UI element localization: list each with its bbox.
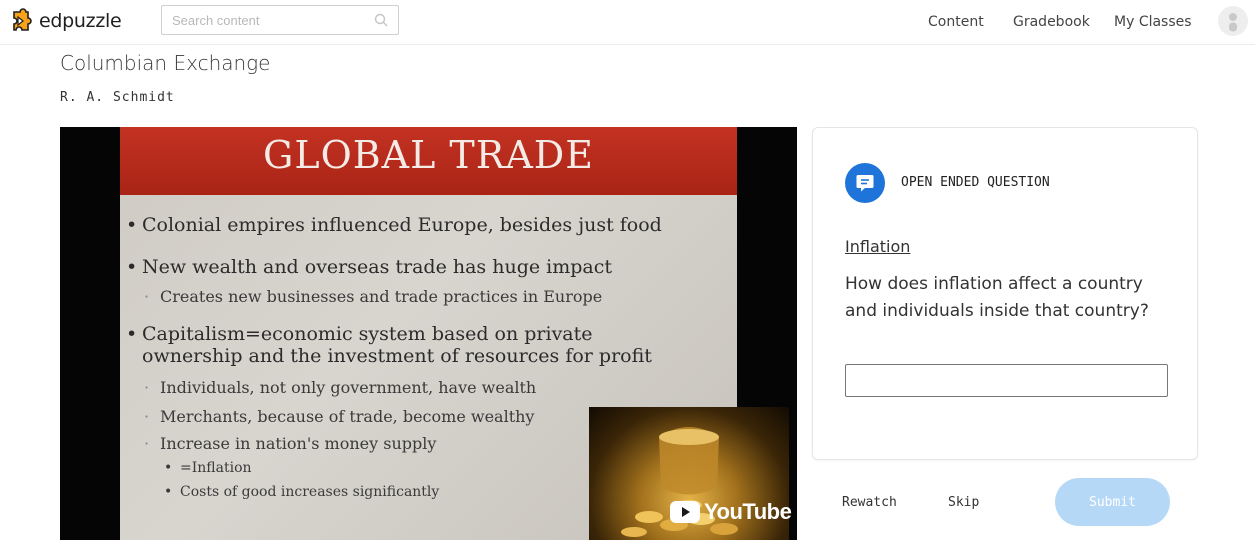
question-type-badge [845,163,885,203]
question-topic: Inflation [845,237,911,256]
top-navigation-bar: edpuzzle Content Gradebook My Classes [0,0,1255,45]
slide-sub-sub-bullet: • Costs of good increases significantly [164,484,440,500]
youtube-wordmark: YouTube [704,499,792,524]
answer-input[interactable] [846,365,1171,398]
nav-my-classes[interactable]: My Classes [1114,14,1192,30]
puzzle-logo-icon [13,8,32,31]
brand-name: edpuzzle [39,10,122,32]
edpuzzle-logo[interactable]: edpuzzle [8,8,122,34]
slide-sub-bullet: · Merchants, because of trade, become wea… [144,407,535,426]
slide-sub-sub-bullet: • =Inflation [164,460,252,476]
skip-button[interactable]: Skip [948,495,979,510]
lesson-title: Columbian Exchange [60,51,271,75]
slide-title: GLOBAL TRADE [262,133,595,177]
nav-content[interactable]: Content [928,14,984,30]
youtube-logo[interactable]: YouTube [670,499,792,525]
slide-bullet-continuation: ownership and the investment of resource… [142,345,652,367]
slide-bullet: • Capitalism=economic system based on pri… [126,323,593,345]
youtube-play-icon [670,501,700,523]
answer-field[interactable] [845,364,1171,398]
user-avatar-icon [1229,13,1237,32]
question-text: How does inflation affect a country and … [845,274,1149,321]
search-icon[interactable] [374,13,388,27]
slide-bullet: • Colonial empires influenced Europe, bes… [126,214,662,236]
speech-bubble-icon [856,175,874,192]
video-slide-frame: GLOBAL TRADE • Colonial empires influence… [120,127,789,540]
question-card: OPEN ENDED QUESTION Inflation How does i… [812,127,1198,460]
slide-bullet: • New wealth and overseas trade has huge … [126,256,612,278]
slide-sub-bullet: · Increase in nation's money supply [144,434,437,453]
slide-sub-bullet: · Creates new businesses and trade practi… [144,287,603,306]
slide-sub-bullet: · Individuals, not only government, have … [144,378,537,397]
lesson-author: R. A. Schmidt [60,90,175,105]
search-input[interactable] [162,6,382,34]
video-player[interactable]: GLOBAL TRADE • Colonial empires influence… [60,127,797,540]
submit-button[interactable]: Submit [1055,478,1170,526]
search-box[interactable] [161,5,399,35]
avatar[interactable] [1218,6,1248,36]
nav-gradebook[interactable]: Gradebook [1013,14,1090,30]
question-type-label: OPEN ENDED QUESTION [901,175,1050,190]
rewatch-button[interactable]: Rewatch [842,495,897,510]
